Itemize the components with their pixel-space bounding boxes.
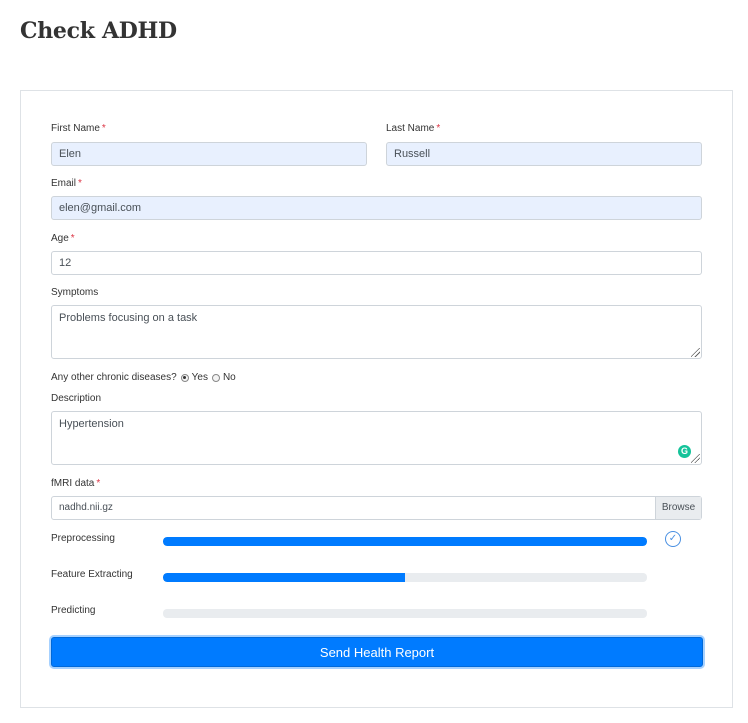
fmri-file-name: nadhd.nii.gz <box>59 502 113 513</box>
progress-label-predicting: Predicting <box>51 605 96 616</box>
check-circle-icon: ✓ <box>665 531 681 547</box>
progress-track-feature-extracting <box>163 573 647 582</box>
email-field[interactable]: elen@gmail.com <box>51 196 702 220</box>
description-textarea[interactable]: Hypertension G <box>51 411 702 465</box>
symptoms-label: Symptoms <box>51 287 99 298</box>
progress-fill-feature-extracting <box>163 573 405 582</box>
progress-label-feature-extracting: Feature Extracting <box>51 569 133 580</box>
required-marker: * <box>78 178 82 189</box>
fmri-label: fMRI data * <box>51 478 100 489</box>
grammarly-icon[interactable]: G <box>678 445 691 458</box>
email-label: Email * <box>51 178 82 189</box>
age-label: Age * <box>51 233 75 244</box>
first-name-field[interactable]: Elen <box>51 142 367 166</box>
symptoms-textarea[interactable]: Problems focusing on a task <box>51 305 702 359</box>
progress-label-preprocessing: Preprocessing <box>51 533 115 544</box>
email-label-text: Email <box>51 178 77 189</box>
first-name-label: First Name * <box>51 123 106 134</box>
age-field[interactable]: 12 <box>51 251 702 275</box>
page-title: Check ADHD <box>20 18 177 44</box>
resize-handle-icon[interactable] <box>691 454 700 463</box>
fmri-file-input[interactable]: nadhd.nii.gz Browse <box>51 496 702 520</box>
radio-no-label[interactable]: No <box>223 372 236 383</box>
required-marker: * <box>96 478 101 489</box>
radio-yes-label[interactable]: Yes <box>192 372 208 383</box>
radio-no[interactable] <box>211 373 220 382</box>
required-marker: * <box>101 123 106 134</box>
radio-yes[interactable] <box>180 373 189 382</box>
progress-track-predicting <box>163 609 647 618</box>
resize-handle-icon[interactable] <box>691 348 700 357</box>
browse-button[interactable]: Browse <box>655 497 701 519</box>
description-label: Description <box>51 393 102 404</box>
progress-fill-preprocessing <box>163 537 647 546</box>
last-name-label: Last Name * <box>386 123 440 134</box>
symptoms-text: Problems focusing on a task <box>59 312 198 324</box>
last-name-field[interactable]: Russell <box>386 142 702 166</box>
health-report-form: First Name * Elen Last Name * Russell Emai… <box>20 90 733 708</box>
chronic-diseases-group: Any other chronic diseases? Yes No <box>51 372 236 383</box>
progress-track-preprocessing <box>163 537 647 546</box>
chronic-diseases-question: Any other chronic diseases? <box>51 372 177 383</box>
first-name-label-text: First Name <box>51 123 100 134</box>
last-name-label-text: Last Name <box>386 123 435 134</box>
age-label-text: Age <box>51 233 69 244</box>
required-marker: * <box>436 123 441 134</box>
description-text: Hypertension <box>59 418 124 430</box>
send-health-report-button[interactable]: Send Health Report <box>51 637 703 667</box>
required-marker: * <box>70 233 75 244</box>
fmri-label-text: fMRI data <box>51 478 95 489</box>
